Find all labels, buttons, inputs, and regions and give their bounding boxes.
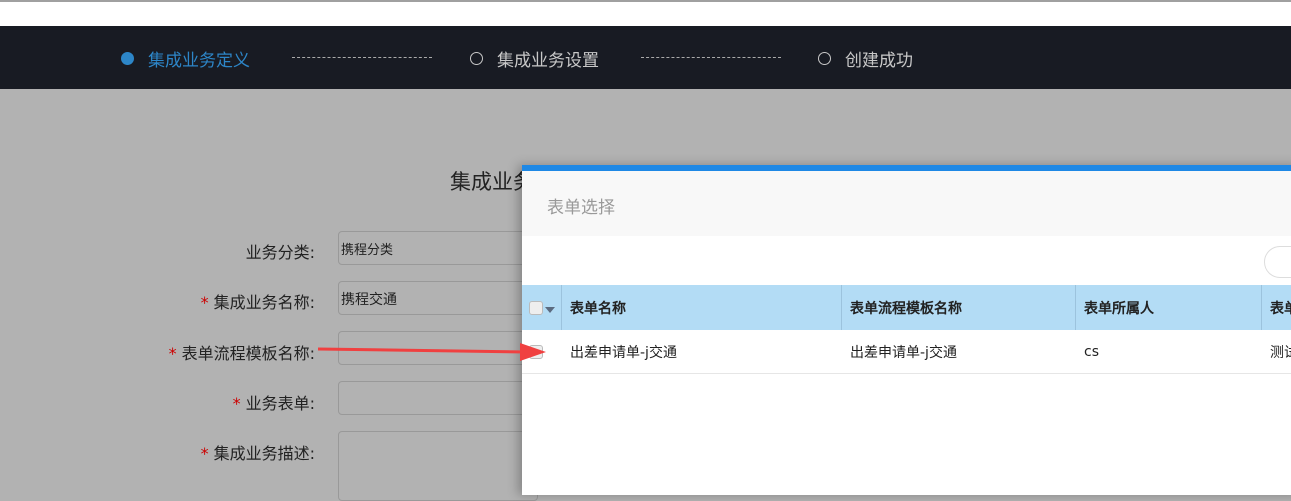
annotation-arrow-icon — [317, 343, 546, 361]
